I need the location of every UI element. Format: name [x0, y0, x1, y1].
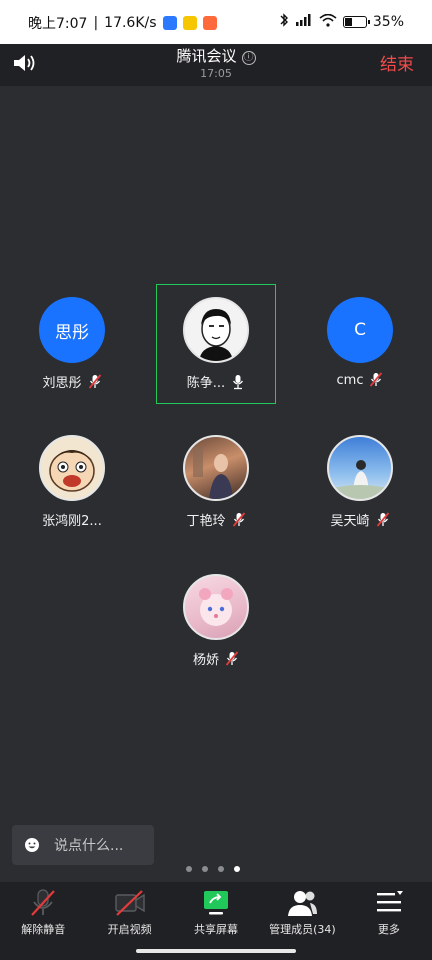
end-meeting-button[interactable]: 结束	[380, 50, 414, 75]
mic-active-icon	[233, 374, 244, 389]
participant-name: 张鸿刚2...	[42, 514, 102, 529]
participant-name: cmc	[336, 372, 364, 388]
unmute-button[interactable]: 解除静音	[0, 882, 86, 960]
start-video-label: 开启视频	[107, 923, 152, 936]
wifi-icon	[319, 13, 337, 31]
participant-name: 吴天崎	[330, 514, 370, 529]
page-dot[interactable]	[218, 866, 224, 872]
info-icon[interactable]: ⓘ	[241, 51, 256, 65]
app-notification-icon	[202, 16, 217, 30]
signal-icon	[295, 14, 313, 30]
home-indicator[interactable]	[136, 949, 296, 953]
photo-avatar-icon	[329, 460, 391, 499]
share-screen-icon	[204, 891, 229, 915]
mic-muted-icon	[376, 511, 389, 527]
avatar	[39, 435, 105, 501]
manage-members-label: 管理成员(34)	[269, 923, 336, 936]
participant-tile[interactable]: 陈争...	[156, 297, 276, 391]
app-notification-icon	[162, 16, 177, 30]
bluetooth-icon	[279, 13, 289, 31]
avatar: 思彤	[39, 297, 105, 363]
photo-avatar-icon	[193, 447, 233, 499]
chat-input[interactable]: 说点什么...	[12, 825, 154, 865]
app-notification-icon	[182, 16, 197, 30]
members-icon	[288, 891, 318, 916]
participant-name: 刘思彤	[42, 376, 82, 391]
page-indicator	[186, 866, 240, 872]
participant-tile[interactable]: 杨娇	[156, 574, 276, 668]
avatar	[327, 435, 393, 501]
page-dot-active[interactable]	[234, 866, 240, 872]
avatar: C	[327, 297, 393, 363]
meeting-duration: 17:05	[200, 67, 232, 80]
participant-tile[interactable]: 思彤 刘思彤	[12, 297, 132, 391]
mic-muted-icon	[31, 889, 56, 916]
participant-tile[interactable]: 丁艳玲	[156, 435, 276, 529]
status-time: 晚上7:07	[28, 16, 88, 32]
participant-name: 杨娇	[192, 653, 219, 668]
more-label: 更多	[377, 923, 400, 936]
mic-muted-icon	[370, 372, 383, 387]
meeting-title[interactable]: 腾讯会议	[176, 45, 236, 66]
participant-name: 丁艳玲	[186, 514, 226, 529]
mic-muted-icon	[225, 650, 239, 666]
battery-icon	[342, 16, 370, 28]
chat-placeholder: 说点什么...	[54, 838, 124, 854]
menu-icon	[376, 891, 403, 912]
meeting-header: 腾讯会议 ⓘ 17:05 结束	[0, 44, 432, 86]
avatar	[183, 297, 249, 363]
mic-muted-icon	[232, 511, 245, 527]
page-dot[interactable]	[186, 866, 192, 872]
avatar	[183, 574, 249, 640]
battery-percent: 35%	[372, 14, 404, 30]
participant-tile[interactable]: 吴天崎	[300, 435, 420, 529]
participant-tile[interactable]: 张鸿刚2...	[12, 435, 132, 529]
mic-muted-icon	[88, 373, 101, 389]
participant-tile[interactable]: C cmc	[300, 297, 420, 388]
plush-toy-icon	[199, 588, 233, 626]
cartoon-face-icon	[49, 450, 95, 492]
share-screen-label: 共享屏幕	[194, 923, 239, 936]
portrait-sketch-icon	[199, 309, 233, 361]
camera-off-icon	[114, 890, 145, 916]
emoji-icon[interactable]	[24, 837, 40, 853]
participant-name: 陈争...	[186, 376, 226, 391]
unmute-label: 解除静音	[21, 923, 66, 936]
page-dot[interactable]	[202, 866, 208, 872]
status-bar: 晚上7:07 | 17.6K/s 35%	[0, 0, 432, 44]
more-button[interactable]: 更多	[346, 882, 432, 960]
avatar	[183, 435, 249, 501]
network-speed: 17.6K/s	[104, 15, 157, 31]
